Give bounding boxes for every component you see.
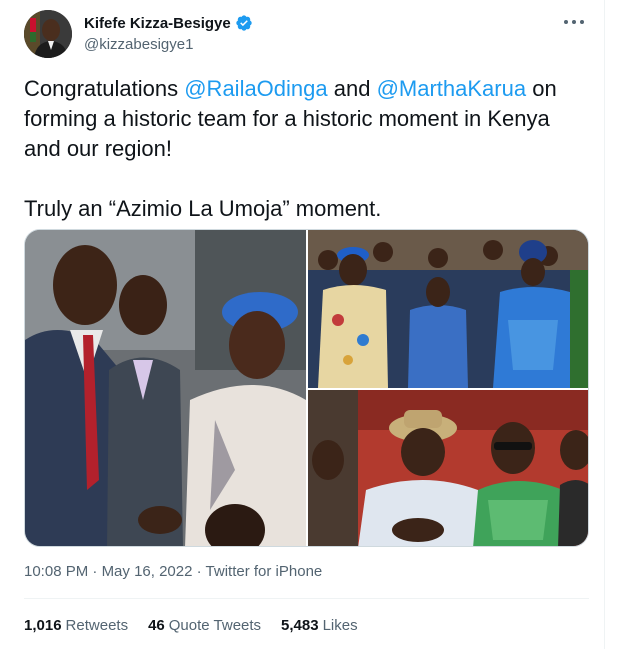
avatar-image	[24, 10, 72, 58]
tweet-media-grid	[24, 229, 589, 547]
tweet-card: Kifefe Kizza-Besigye @kizzabesigye1 Cong…	[0, 0, 605, 649]
media-photo-3[interactable]	[308, 390, 588, 546]
more-options-icon[interactable]	[562, 14, 586, 32]
author-handle[interactable]: @kizzabesigye1	[84, 36, 193, 53]
author-avatar[interactable]	[24, 10, 72, 58]
retweets-label: Retweets	[65, 617, 129, 634]
quote-tweets-stat[interactable]: 46 Quote Tweets	[148, 617, 261, 634]
tweet-date[interactable]: May 16, 2022	[102, 563, 193, 580]
retweets-stat[interactable]: 1,016 Retweets	[24, 617, 128, 634]
meta-separator: ·	[192, 563, 206, 580]
media-photo-1[interactable]	[25, 230, 306, 546]
photo-seated-leaders	[308, 390, 588, 546]
meta-separator: ·	[88, 563, 102, 580]
retweets-count: 1,016	[24, 617, 62, 634]
author-name-row[interactable]: Kifefe Kizza-Besigye	[84, 14, 253, 32]
tweet-body: Congratulations @RailaOdinga and @Martha…	[24, 74, 589, 224]
tweet-text-middle: and	[327, 76, 377, 101]
photo-rally-stage	[308, 230, 588, 388]
tweet-paragraph-1: Congratulations @RailaOdinga and @Martha…	[24, 74, 589, 164]
tweet-meta: 10:08 PM · May 16, 2022 · Twitter for iP…	[24, 563, 322, 580]
likes-stat[interactable]: 5,483 Likes	[281, 617, 358, 634]
likes-label: Likes	[322, 617, 358, 634]
tweet-source[interactable]: Twitter for iPhone	[206, 563, 323, 580]
verified-badge-icon	[236, 15, 252, 31]
likes-count: 5,483	[281, 617, 319, 634]
divider	[24, 598, 589, 599]
author-display-name[interactable]: Kifefe Kizza-Besigye	[84, 15, 231, 32]
more-dots	[564, 20, 584, 24]
tweet-text-prefix: Congratulations	[24, 76, 185, 101]
quote-tweets-count: 46	[148, 617, 165, 634]
media-photo-2[interactable]	[308, 230, 588, 388]
tweet-paragraph-2: Truly an “Azimio La Umoja” moment.	[24, 196, 382, 221]
photo-handshake	[25, 230, 306, 546]
tweet-stats: 1,016 Retweets 46 Quote Tweets 5,483 Likes	[24, 617, 358, 634]
mention-raila-odinga[interactable]: @RailaOdinga	[184, 76, 327, 101]
tweet-time[interactable]: 10:08 PM	[24, 563, 88, 580]
mention-martha-karua[interactable]: @MarthaKarua	[377, 76, 527, 101]
quote-tweets-label: Quote Tweets	[168, 617, 262, 634]
